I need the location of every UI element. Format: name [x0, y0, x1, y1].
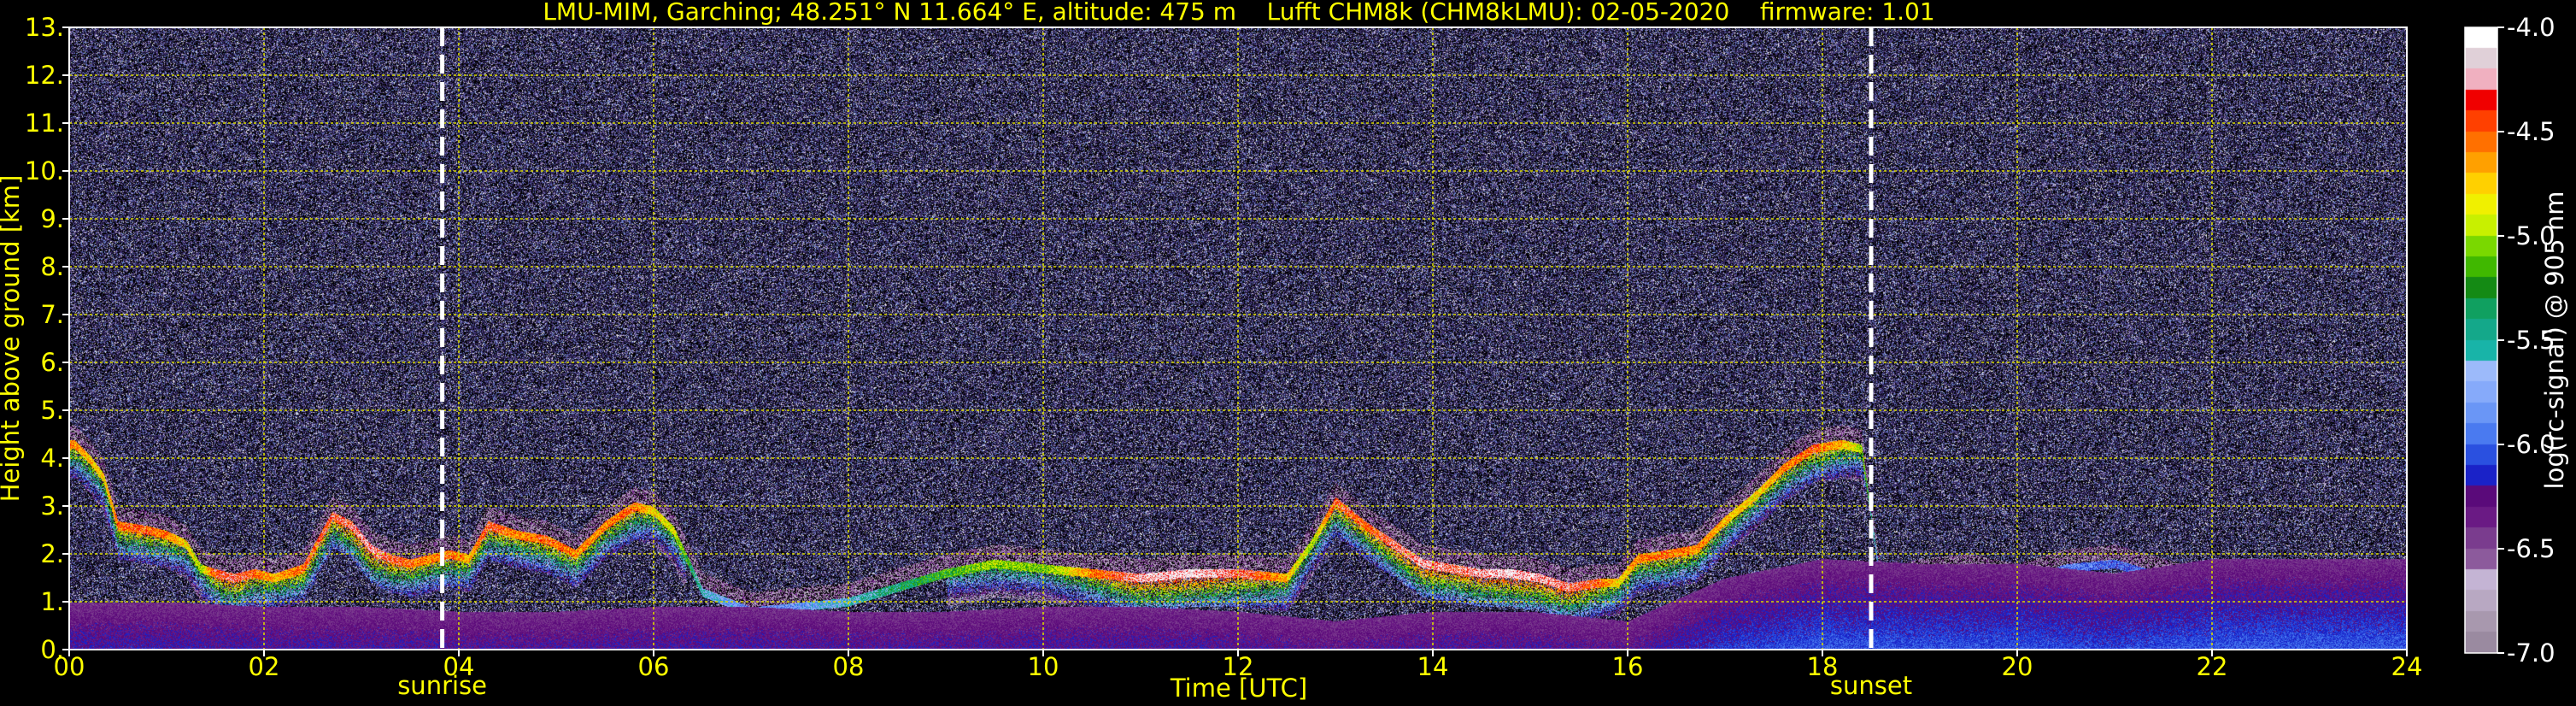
x-tick-label: 08 [833, 652, 865, 681]
colorbar-label: log(rc-signal) @ 905 nm [2540, 191, 2569, 490]
grid [68, 26, 2408, 650]
y-tick-label: 8. [40, 252, 64, 281]
x-tick-label: 00 [54, 652, 85, 681]
colorbar-tick-label: -7.0 [2507, 638, 2555, 668]
y-tick-label: 9. [40, 204, 64, 233]
sun-markers [440, 27, 1874, 650]
y-tick-label: 11. [25, 109, 64, 138]
y-tick-label: 10. [25, 156, 64, 185]
x-tick-label: 16 [1612, 652, 1644, 681]
colorbar-frame [2464, 26, 2498, 654]
sunrise-label: sunrise [397, 671, 487, 700]
x-tick-label: 06 [638, 652, 670, 681]
chart-overlay: 0.1.2.3.4.5.6.7.8.9.10.11.12.13. 00 02 04 0… [0, 0, 2569, 703]
x-tick-label: 24 [2391, 652, 2423, 681]
x-tick-label: 02 [249, 652, 280, 681]
y-tick-label: 7. [40, 300, 64, 329]
x-tick-label: 22 [2197, 652, 2228, 681]
y-tick-label: 12. [25, 61, 64, 90]
sunset-label: sunset [1830, 671, 1912, 700]
colorbar-tick-label: -4.0 [2507, 13, 2555, 42]
y-tick-label: 2. [40, 539, 64, 568]
colorbar-tick-label: -6.5 [2507, 534, 2555, 563]
colorbar-tick-label: -4.5 [2507, 117, 2555, 146]
y-tick-label: 3. [40, 491, 64, 521]
x-tick-label: 20 [2002, 652, 2033, 681]
y-tick-label: 4. [40, 444, 64, 473]
y-axis-label: Height above ground [km] [0, 175, 25, 503]
x-tick-label: 14 [1417, 652, 1449, 681]
x-axis-label: Time [UTC] [1170, 674, 1307, 703]
x-tick-label: 10 [1028, 652, 1059, 681]
y-ticks: 0.1.2.3.4.5.6.7.8.9.10.11.12.13. [25, 13, 69, 664]
y-tick-label: 13. [25, 13, 64, 42]
y-tick-label: 5. [40, 396, 64, 425]
y-tick-label: 1. [40, 587, 64, 616]
ceilometer-figure: 0. 1. 2. 3. 4. 5. 6. 7. 8. 9. 10. 11. 12. 13. 00 02 04 0… [0, 0, 2576, 706]
y-tick-label: 6. [40, 348, 64, 377]
chart-title: LMU-MIM, Garching; 48.251° N 11.664° E, … [543, 0, 1934, 26]
